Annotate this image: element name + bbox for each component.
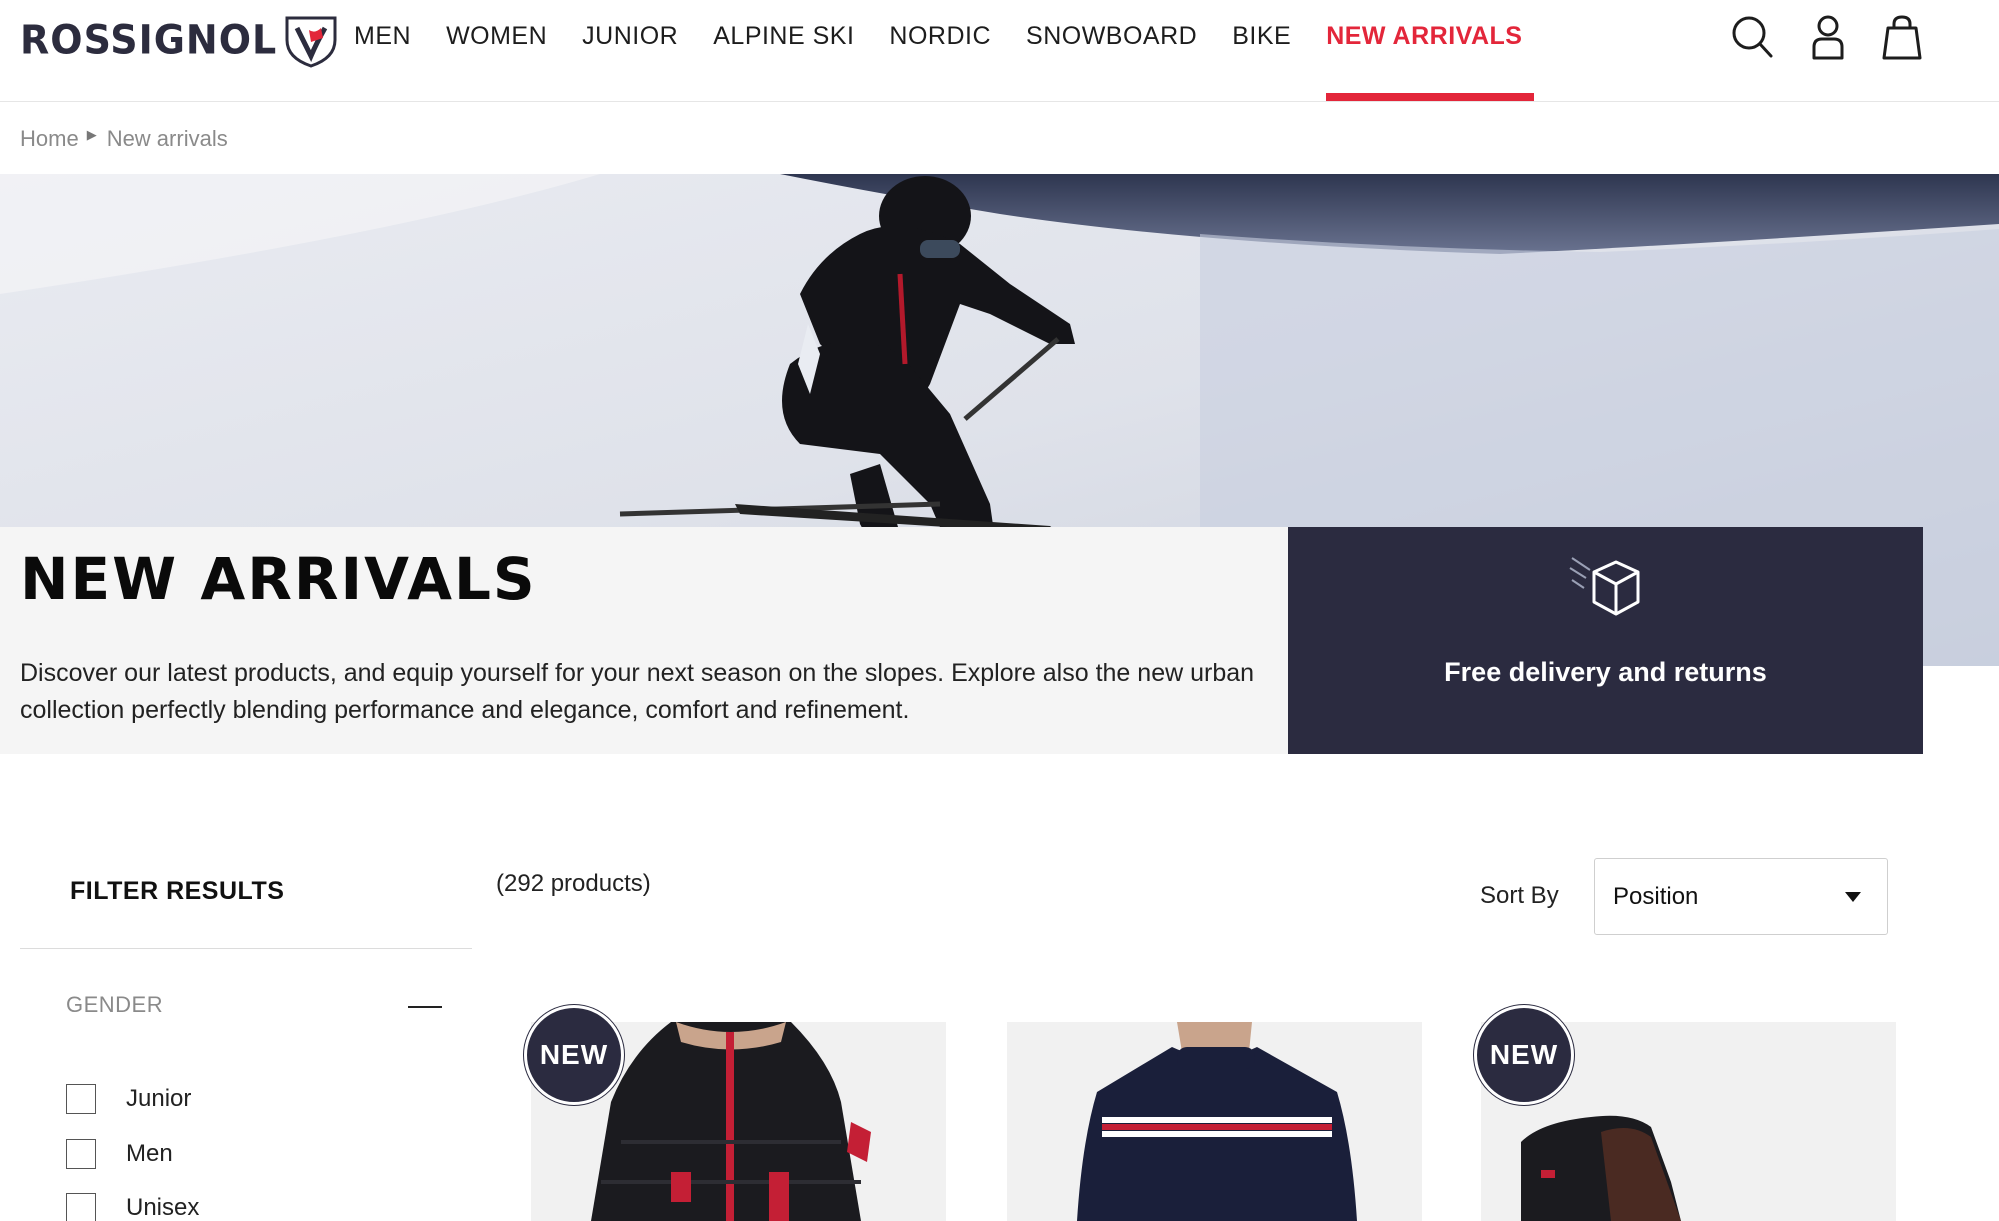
main-nav: MEN WOMEN JUNIOR ALPINE SKI NORDIC SNOWB… <box>354 0 1557 102</box>
checkbox-unisex[interactable] <box>66 1193 96 1221</box>
page-intro: NEW ARRIVALS Discover our latest product… <box>0 527 1288 754</box>
page-title: NEW ARRIVALS <box>20 545 537 613</box>
filter-option-junior[interactable]: Junior <box>66 1084 191 1114</box>
breadcrumb-separator-icon: ▶ <box>86 127 97 142</box>
nav-item-snowboard[interactable]: SNOWBOARD <box>1026 0 1197 102</box>
collapse-minus-icon[interactable] <box>408 1006 442 1008</box>
nav-item-junior[interactable]: JUNIOR <box>582 0 678 102</box>
shopping-bag-icon[interactable] <box>1880 14 1924 60</box>
package-icon <box>1569 557 1640 616</box>
search-icon[interactable] <box>1730 14 1774 60</box>
rooster-logo-icon <box>285 16 337 68</box>
checkbox-men[interactable] <box>66 1139 96 1169</box>
nav-item-nordic[interactable]: NORDIC <box>889 0 991 102</box>
free-delivery-banner[interactable]: Free delivery and returns <box>1288 527 1923 754</box>
site-header: ROSSIGNOL MEN WOMEN JUNIOR ALPINE SKI NO… <box>0 0 1999 102</box>
nav-item-new-arrivals[interactable]: NEW ARRIVALS <box>1326 0 1535 102</box>
filter-option-men[interactable]: Men <box>66 1139 173 1169</box>
checkbox-junior[interactable] <box>66 1084 96 1114</box>
brand-wordmark: ROSSIGNOL <box>20 16 278 64</box>
new-badge: NEW <box>1474 1005 1574 1105</box>
page-description: Discover our latest products, and equip … <box>20 659 1255 724</box>
breadcrumb-home-link[interactable]: Home <box>20 126 79 152</box>
breadcrumb-current: New arrivals <box>106 126 228 151</box>
chevron-down-icon <box>1845 892 1861 902</box>
product-count: (292 products) <box>496 870 651 897</box>
filter-option-label: Men <box>126 1140 173 1167</box>
filter-option-label: Junior <box>126 1085 192 1112</box>
nav-item-men[interactable]: MEN <box>354 0 411 102</box>
nav-item-alpine-ski[interactable]: ALPINE SKI <box>713 0 854 102</box>
account-icon[interactable] <box>1806 14 1850 60</box>
free-delivery-text: Free delivery and returns <box>1444 657 1767 687</box>
sort-select[interactable]: Position <box>1594 858 1888 935</box>
breadcrumb: Home ▶ New arrivals <box>20 126 228 152</box>
sort-select-value: Position <box>1613 883 1699 910</box>
product-image-sweater <box>1007 1022 1422 1221</box>
nav-item-women[interactable]: WOMEN <box>446 0 547 102</box>
sort-by-label: Sort By <box>1480 882 1559 909</box>
nav-item-bike[interactable]: BIKE <box>1232 0 1291 102</box>
filter-results-heading: FILTER RESULTS <box>70 877 285 905</box>
product-card[interactable] <box>1007 1022 1422 1221</box>
filter-option-label: Unisex <box>126 1194 200 1221</box>
new-badge: NEW <box>524 1005 624 1105</box>
brand-logo[interactable]: ROSSIGNOL <box>20 10 341 70</box>
filter-divider <box>20 948 472 949</box>
filter-group-gender-label[interactable]: GENDER <box>66 992 163 1018</box>
filter-option-unisex[interactable]: Unisex <box>66 1193 199 1221</box>
